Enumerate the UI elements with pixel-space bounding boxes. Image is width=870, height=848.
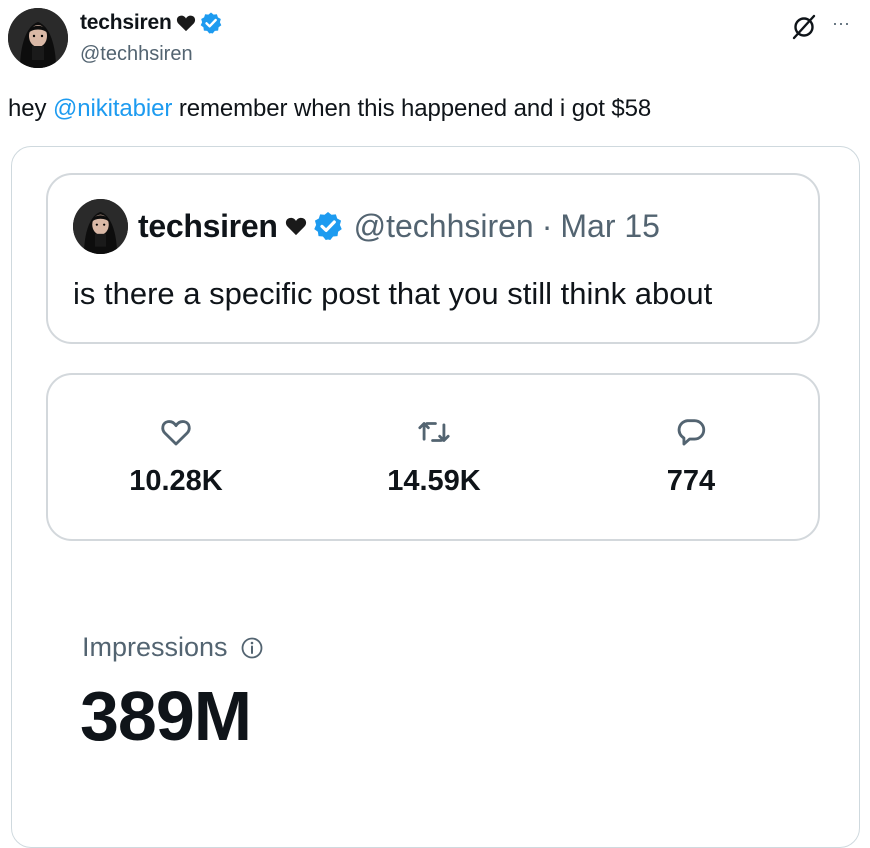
tweet-text-after: remember when this happened and i got $5… — [172, 95, 652, 122]
replies-count: 774 — [666, 465, 716, 497]
info-icon — [241, 637, 262, 658]
impressions-label: Impressions — [82, 632, 228, 662]
quoted-text: is there a specific post that you still … — [73, 276, 713, 311]
grok-icon[interactable] — [791, 14, 817, 40]
author-display-name[interactable]: techsiren — [80, 11, 172, 35]
heart-emoji-icon — [285, 217, 306, 236]
quoted-display-name: techsiren — [138, 207, 278, 244]
more-icon[interactable]: ··· — [832, 14, 850, 32]
author-avatar[interactable] — [8, 8, 68, 68]
author-name-row: techsiren — [80, 11, 223, 35]
likes-count: 10.28K — [129, 465, 223, 497]
quoted-post — [46, 173, 820, 344]
impressions-value: 389M — [80, 677, 252, 755]
like-icon — [161, 420, 191, 446]
repost-icon — [418, 422, 450, 442]
tweet-text: hey @nikitabier remember when this happe… — [8, 95, 651, 123]
quoted-avatar — [73, 199, 128, 254]
quoted-handle: @techhsiren — [353, 207, 534, 244]
quoted-date: Mar 15 — [560, 207, 660, 244]
tweet-text-before: hey — [8, 95, 53, 122]
stats-card — [46, 373, 820, 541]
author-handle[interactable]: @techhsiren — [80, 43, 193, 66]
impressions-label-row: Impressions — [82, 632, 264, 663]
quoted-separator: · — [541, 207, 553, 244]
reply-icon — [677, 419, 706, 446]
quoted-header: techsiren @techhsiren · Mar 15 — [138, 207, 660, 245]
reposts-count: 14.59K — [387, 465, 481, 497]
heart-emoji-icon — [176, 15, 195, 32]
mention-link[interactable]: @nikitabier — [53, 95, 172, 122]
verified-badge-icon — [200, 12, 221, 34]
verified-badge-icon — [313, 212, 342, 240]
